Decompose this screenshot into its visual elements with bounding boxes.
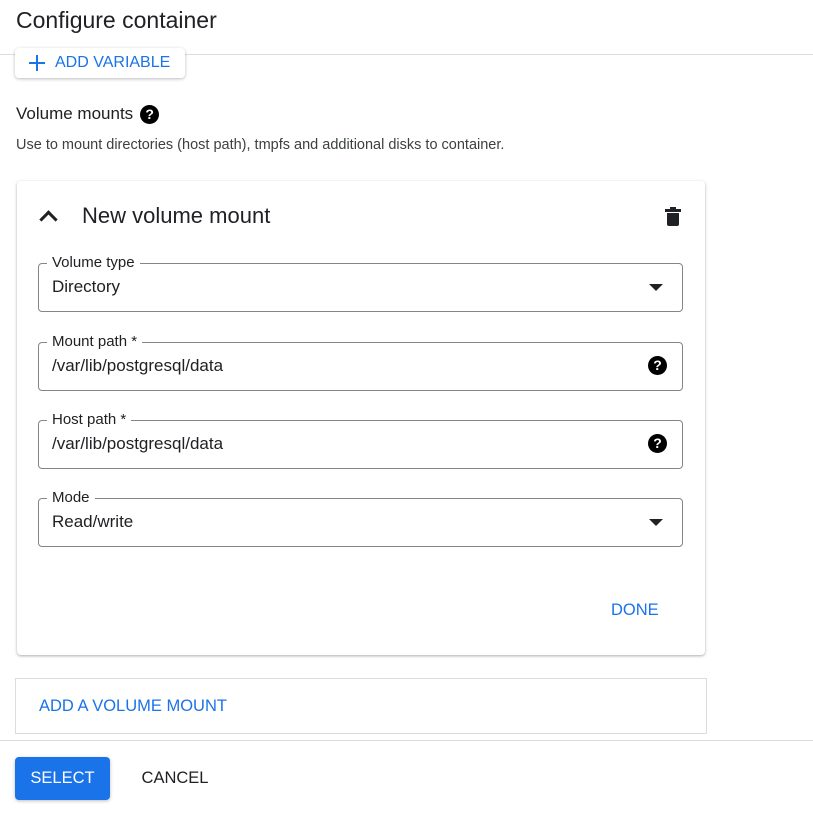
- dropdown-arrow-icon[interactable]: [649, 284, 663, 291]
- mount-path-label: Mount path *: [47, 332, 143, 352]
- volume-mounts-title: Volume mounts: [16, 104, 134, 123]
- add-volume-mount-label: ADD A VOLUME MOUNT: [39, 696, 227, 715]
- volume-mounts-heading: Volume mounts ?: [16, 104, 160, 124]
- footer-divider: [0, 740, 813, 741]
- dialog-title: Configure container: [16, 7, 217, 33]
- add-variable-button[interactable]: ADD VARIABLE: [15, 48, 185, 78]
- host-path-value[interactable]: /var/lib/postgresql/data: [52, 434, 223, 454]
- host-path-label: Host path *: [47, 410, 132, 430]
- dialog-header: Configure container: [0, 0, 813, 55]
- volume-type-label: Volume type: [47, 253, 140, 273]
- plus-icon: [29, 55, 45, 71]
- mount-path-field[interactable]: Mount path * /var/lib/postgresql/data ?: [38, 332, 683, 391]
- help-icon[interactable]: ?: [648, 356, 667, 375]
- host-path-field[interactable]: Host path * /var/lib/postgresql/data ?: [38, 410, 683, 469]
- help-icon[interactable]: ?: [140, 104, 160, 124]
- chevron-up-icon[interactable]: [37, 207, 59, 225]
- volume-mount-title: New volume mount: [82, 203, 271, 228]
- mode-value: Read/write: [52, 512, 134, 531]
- add-volume-mount-button[interactable]: ADD A VOLUME MOUNT: [15, 678, 707, 734]
- volume-type-select[interactable]: Volume type Directory: [38, 253, 683, 312]
- mode-select[interactable]: Mode Read/write: [38, 488, 683, 547]
- add-variable-label: ADD VARIABLE: [55, 54, 171, 71]
- volume-mount-card: New volume mount Volume type Directory M…: [17, 181, 705, 655]
- volume-type-value: Directory: [52, 277, 121, 296]
- trash-icon[interactable]: [664, 207, 682, 227]
- done-button[interactable]: DONE: [611, 601, 659, 620]
- cancel-button[interactable]: CANCEL: [128, 757, 222, 800]
- select-button[interactable]: SELECT: [15, 757, 110, 800]
- mode-label: Mode: [47, 488, 95, 508]
- dropdown-arrow-icon[interactable]: [649, 519, 663, 526]
- mount-path-value[interactable]: /var/lib/postgresql/data: [52, 356, 223, 376]
- volume-mounts-description: Use to mount directories (host path), tm…: [16, 137, 505, 153]
- help-icon[interactable]: ?: [648, 434, 667, 453]
